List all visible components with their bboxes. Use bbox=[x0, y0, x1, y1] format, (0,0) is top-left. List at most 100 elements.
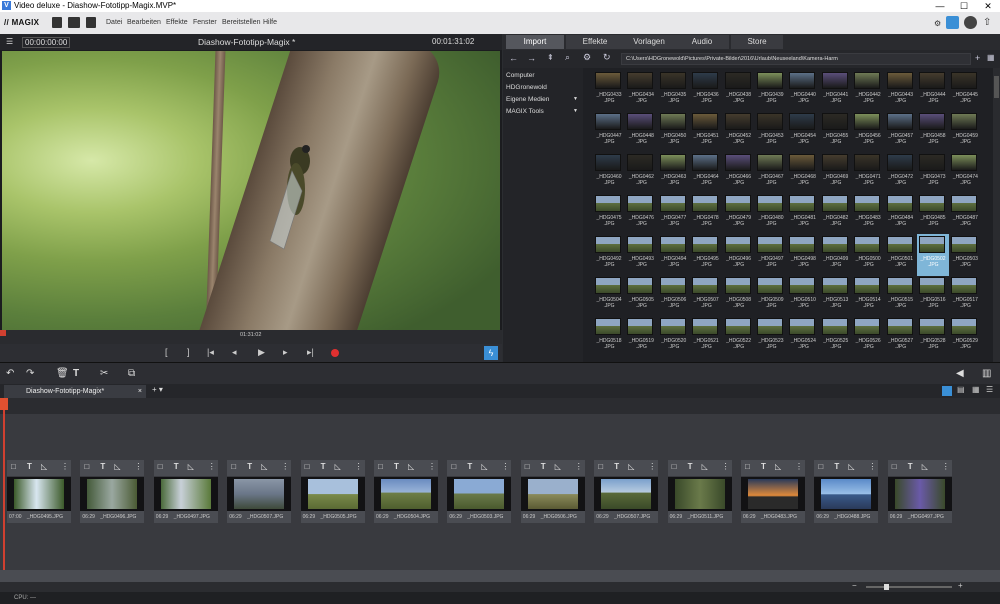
media-thumbnail[interactable]: _HDG0463 .JPG bbox=[658, 152, 690, 194]
maximize-button[interactable]: ☐ bbox=[952, 0, 976, 12]
zoom-in-icon[interactable]: + bbox=[958, 581, 963, 590]
media-thumbnail[interactable]: _HDG0447 .JPG bbox=[593, 111, 625, 153]
media-thumbnail[interactable]: _HDG0443 .JPG bbox=[885, 70, 917, 112]
title-text-icon[interactable]: T bbox=[73, 368, 79, 379]
media-thumbnail[interactable]: _HDG0500 .JPG bbox=[852, 234, 884, 276]
checkbox-icon[interactable]: □ bbox=[672, 462, 677, 471]
storyboard-clip[interactable]: □ T ◺ ⋮ 06:29 _HDG0504.JPG bbox=[374, 460, 438, 526]
media-thumbnail[interactable]: _HDG0487 .JPG bbox=[949, 193, 981, 235]
media-thumbnail[interactable]: _HDG0517 .JPG bbox=[949, 275, 981, 317]
record-button[interactable] bbox=[331, 349, 339, 357]
media-thumbnail[interactable]: _HDG0457 .JPG bbox=[885, 111, 917, 153]
prev-frame-button[interactable]: ◂ bbox=[232, 347, 237, 358]
media-thumbnail[interactable]: _HDG0435 .JPG bbox=[658, 70, 690, 112]
storyboard-clip[interactable]: □ T ◺ ⋮ 06:29 _HDG0507.JPG bbox=[594, 460, 659, 526]
storyboard-clip[interactable]: □ T ◺ ⋮ 06:29 _HDG0497.JPG bbox=[887, 460, 952, 526]
media-thumbnail[interactable]: _HDG0439 .JPG bbox=[755, 70, 787, 112]
play-button[interactable]: ▶ bbox=[258, 347, 265, 358]
mark-in-button[interactable]: [ bbox=[165, 347, 168, 357]
preview-scrubber[interactable]: 01:31:02 bbox=[0, 330, 502, 344]
open-folder-icon[interactable] bbox=[68, 17, 80, 28]
media-thumbnail[interactable]: _HDG0522 .JPG bbox=[723, 316, 755, 358]
minimize-button[interactable]: — bbox=[928, 0, 952, 12]
fade-icon[interactable]: ◺ bbox=[775, 462, 781, 471]
media-thumbnail[interactable]: _HDG0436 .JPG bbox=[690, 70, 722, 112]
media-thumbnail[interactable]: _HDG0468 .JPG bbox=[787, 152, 819, 194]
playhead[interactable] bbox=[3, 398, 5, 590]
checkbox-icon[interactable]: □ bbox=[818, 462, 823, 471]
media-thumbnail[interactable]: _HDG0453 .JPG bbox=[755, 111, 787, 153]
fade-icon[interactable]: ◺ bbox=[702, 462, 708, 471]
media-thumbnail[interactable]: _HDG0526 .JPG bbox=[852, 316, 884, 358]
media-thumbnail[interactable]: _HDG0520 .JPG bbox=[658, 316, 690, 358]
media-thumbnail[interactable]: _HDG0496 .JPG bbox=[723, 234, 755, 276]
media-thumbnail[interactable]: _HDG0523 .JPG bbox=[755, 316, 787, 358]
media-thumbnail[interactable]: _HDG0499 .JPG bbox=[820, 234, 852, 276]
media-thumbnail[interactable]: _HDG0433 .JPG bbox=[593, 70, 625, 112]
checkbox-icon[interactable]: □ bbox=[451, 462, 456, 471]
media-thumbnail[interactable]: _HDG0506 .JPG bbox=[658, 275, 690, 317]
checkbox-icon[interactable]: □ bbox=[84, 462, 89, 471]
tree-item-eigene-medien[interactable]: Eigene Medien ▼ bbox=[506, 96, 578, 103]
media-thumbnail[interactable]: _HDG0518 .JPG bbox=[593, 316, 625, 358]
media-thumbnail[interactable]: _HDG0498 .JPG bbox=[787, 234, 819, 276]
mark-out-button[interactable]: ] bbox=[187, 347, 190, 357]
media-thumbnail[interactable]: _HDG0473 .JPG bbox=[917, 152, 949, 194]
chevron-down-icon[interactable]: ▼ bbox=[573, 108, 578, 114]
media-thumbnail[interactable]: _HDG0509 .JPG bbox=[755, 275, 787, 317]
more-icon[interactable]: ⋮ bbox=[575, 462, 583, 471]
media-thumbnail[interactable]: _HDG0478 .JPG bbox=[690, 193, 722, 235]
media-thumbnail[interactable]: _HDG0485 .JPG bbox=[917, 193, 949, 235]
media-thumbnail[interactable]: _HDG0507 .JPG bbox=[690, 275, 722, 317]
jump-start-button[interactable]: |◂ bbox=[207, 347, 214, 358]
media-scrollbar[interactable] bbox=[993, 68, 1000, 362]
checkbox-icon[interactable]: □ bbox=[892, 462, 897, 471]
media-thumbnail[interactable]: _HDG0467 .JPG bbox=[755, 152, 787, 194]
fade-icon[interactable]: ◺ bbox=[114, 462, 120, 471]
upload-icon[interactable]: ⇧ bbox=[983, 17, 991, 28]
checkbox-icon[interactable]: □ bbox=[305, 462, 310, 471]
checkbox-icon[interactable]: □ bbox=[11, 462, 16, 471]
undo-icon[interactable]: ↶ bbox=[6, 368, 14, 379]
media-thumbnail[interactable]: _HDG0440 .JPG bbox=[787, 70, 819, 112]
storyboard-clip[interactable]: □ T ◺ ⋮ 06:29 _HDG0483.JPG bbox=[741, 460, 805, 526]
cut-icon[interactable]: ✂ bbox=[100, 368, 108, 379]
back-icon[interactable]: ← bbox=[509, 53, 518, 63]
storyboard-scrollbar[interactable] bbox=[0, 570, 1000, 582]
storyboard-clip[interactable]: □ T ◺ ⋮ 07:00 _HDG0495.JPG bbox=[7, 460, 71, 526]
menu-hilfe[interactable]: Hilfe bbox=[263, 19, 277, 26]
media-thumbnail[interactable]: _HDG0472 .JPG bbox=[885, 152, 917, 194]
media-thumbnail[interactable]: _HDG0483 .JPG bbox=[852, 193, 884, 235]
zoom-slider[interactable] bbox=[866, 586, 952, 588]
media-thumbnail[interactable]: _HDG0466 .JPG bbox=[723, 152, 755, 194]
title-text-icon[interactable]: T bbox=[908, 462, 913, 471]
media-thumbnail[interactable]: _HDG0514 .JPG bbox=[852, 275, 884, 317]
media-thumbnail[interactable]: _HDG0444 .JPG bbox=[917, 70, 949, 112]
media-thumbnail[interactable]: _HDG0513 .JPG bbox=[820, 275, 852, 317]
media-thumbnail[interactable]: _HDG0497 .JPG bbox=[755, 234, 787, 276]
title-text-icon[interactable]: T bbox=[394, 462, 399, 471]
media-thumbnail[interactable]: _HDG0495 .JPG bbox=[690, 234, 722, 276]
storyboard-clip[interactable]: □ T ◺ ⋮ 06:29 _HDG0503.JPG bbox=[447, 460, 512, 526]
add-icon[interactable]: + bbox=[975, 53, 980, 63]
forward-icon[interactable]: → bbox=[527, 53, 536, 63]
path-field[interactable]: C:\Users\HDGronewold\Pictures\Private-Bi… bbox=[621, 53, 971, 65]
media-thumbnail[interactable]: _HDG0454 .JPG bbox=[787, 111, 819, 153]
menu-fenster[interactable]: Fenster bbox=[193, 19, 217, 26]
checkbox-icon[interactable]: □ bbox=[158, 462, 163, 471]
checkbox-icon[interactable]: □ bbox=[598, 462, 603, 471]
title-text-icon[interactable]: T bbox=[247, 462, 252, 471]
menu-bereitstellen[interactable]: Bereitstellen bbox=[222, 19, 261, 26]
tab-store[interactable]: Store bbox=[731, 35, 783, 49]
media-thumbnail[interactable]: _HDG0462 .JPG bbox=[625, 152, 657, 194]
media-thumbnail[interactable]: _HDG0450 .JPG bbox=[658, 111, 690, 153]
media-thumbnail[interactable]: _HDG0529 .JPG bbox=[949, 316, 981, 358]
speaker-icon[interactable]: ◀ bbox=[956, 368, 964, 379]
media-thumbnail[interactable]: _HDG0501 .JPG bbox=[885, 234, 917, 276]
media-thumbnail[interactable]: _HDG0460 .JPG bbox=[593, 152, 625, 194]
storyboard-clip[interactable]: □ T ◺ ⋮ 06:29 _HDG0507.JPG bbox=[227, 460, 292, 526]
media-thumbnail[interactable]: _HDG0502 .JPG bbox=[917, 234, 949, 276]
search-icon[interactable]: ⌕ bbox=[565, 52, 570, 63]
fade-icon[interactable]: ◺ bbox=[628, 462, 634, 471]
close-icon[interactable]: × bbox=[138, 385, 142, 398]
